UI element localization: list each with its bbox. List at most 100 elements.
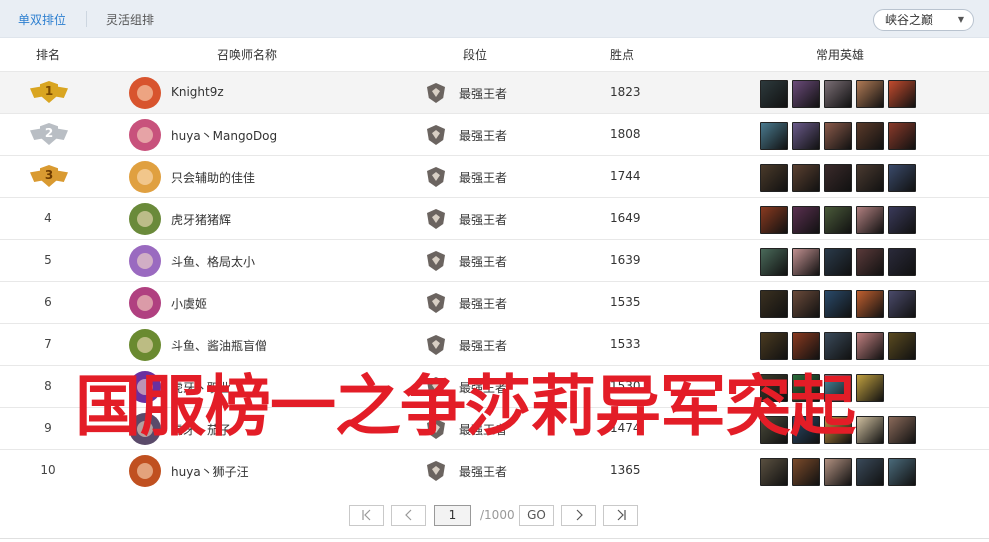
hero-portrait-icon[interactable]: [824, 206, 852, 234]
hero-portrait-icon[interactable]: [792, 80, 820, 108]
summoner-avatar[interactable]: [129, 161, 161, 193]
hero-portrait-icon[interactable]: [760, 458, 788, 486]
league-points: 1535: [610, 295, 641, 309]
table-row[interactable]: 7 斗鱼、酱油瓶盲僧 最强王者 1533: [0, 323, 989, 365]
hero-portrait-icon[interactable]: [856, 332, 884, 360]
rank-number: 4: [44, 211, 52, 225]
tab-flex-ranked[interactable]: 灵活组排: [106, 11, 154, 28]
tab-solo-duo-ranked[interactable]: 单双排位: [18, 11, 66, 28]
summoner-name[interactable]: huya丶MangoDog: [171, 127, 277, 144]
hero-portrait-icon[interactable]: [856, 290, 884, 318]
pagination: 1 /1000 GO: [0, 505, 989, 527]
hero-portrait-icon[interactable]: [792, 164, 820, 192]
next-page-button[interactable]: [561, 505, 596, 526]
rank-number: 6: [44, 295, 52, 309]
league-points: 1808: [610, 127, 641, 141]
hero-portrait-icon[interactable]: [792, 122, 820, 150]
hero-portrait-icon[interactable]: [792, 290, 820, 318]
summoner-avatar[interactable]: [129, 77, 161, 109]
summoner-name[interactable]: 只会辅助的佳佳: [171, 169, 255, 186]
hero-portrait-icon[interactable]: [888, 458, 916, 486]
hero-portrait-icon[interactable]: [760, 122, 788, 150]
hero-portrait-icon[interactable]: [888, 80, 916, 108]
common-heroes: [760, 290, 916, 318]
hero-portrait-icon[interactable]: [888, 122, 916, 150]
summoner-name[interactable]: huya丶狮子汪: [171, 463, 249, 480]
hero-portrait-icon[interactable]: [856, 374, 884, 402]
challenger-tier-icon: [427, 125, 445, 145]
hero-portrait-icon[interactable]: [760, 206, 788, 234]
league-points: 1533: [610, 337, 641, 351]
overlay-title: 国服榜一之争莎莉异军突起: [75, 368, 856, 445]
summoner-avatar[interactable]: [129, 455, 161, 487]
summoner-name[interactable]: 斗鱼、格局太小: [171, 253, 255, 270]
hero-portrait-icon[interactable]: [760, 332, 788, 360]
summoner-avatar[interactable]: [129, 287, 161, 319]
common-heroes: [760, 122, 916, 150]
hero-portrait-icon[interactable]: [760, 248, 788, 276]
table-row[interactable]: 5 斗鱼、格局太小 最强王者 1639: [0, 239, 989, 281]
hero-portrait-icon[interactable]: [792, 248, 820, 276]
summoner-avatar[interactable]: [129, 119, 161, 151]
hero-portrait-icon[interactable]: [792, 332, 820, 360]
summoner-avatar[interactable]: [129, 245, 161, 277]
summoner-name[interactable]: 小虞姬: [171, 295, 207, 312]
summoner-name[interactable]: Knight9z: [171, 85, 224, 99]
tier-name: 最强王者: [459, 87, 508, 101]
hero-portrait-icon[interactable]: [824, 332, 852, 360]
table-row[interactable]: 10 huya丶狮子汪 最强王者 1365: [0, 449, 989, 491]
hero-portrait-icon[interactable]: [792, 458, 820, 486]
table-row[interactable]: 2 huya丶MangoDog 最强王者 1808: [0, 113, 989, 155]
region-select[interactable]: 峡谷之巅 ▼: [873, 9, 974, 31]
hero-portrait-icon[interactable]: [856, 122, 884, 150]
hero-portrait-icon[interactable]: [856, 164, 884, 192]
table-row[interactable]: 1 Knight9z 最强王者 1823: [0, 71, 989, 113]
hero-portrait-icon[interactable]: [856, 206, 884, 234]
go-button[interactable]: GO: [519, 505, 554, 526]
league-points: 1639: [610, 253, 641, 267]
hero-portrait-icon[interactable]: [856, 80, 884, 108]
hero-portrait-icon[interactable]: [824, 122, 852, 150]
hero-portrait-icon[interactable]: [824, 164, 852, 192]
summoner-avatar[interactable]: [129, 329, 161, 361]
hero-portrait-icon[interactable]: [888, 290, 916, 318]
hero-portrait-icon[interactable]: [888, 332, 916, 360]
common-heroes: [760, 80, 916, 108]
hero-portrait-icon[interactable]: [824, 458, 852, 486]
tier-name: 最强王者: [459, 465, 508, 479]
hero-portrait-icon[interactable]: [760, 290, 788, 318]
prev-page-button[interactable]: [391, 505, 426, 526]
table-row[interactable]: 4 虎牙猪猪辉 最强王者 1649: [0, 197, 989, 239]
last-page-button[interactable]: [603, 505, 638, 526]
hero-portrait-icon[interactable]: [888, 164, 916, 192]
first-page-icon: [361, 509, 370, 521]
summoner-avatar[interactable]: [129, 203, 161, 235]
tier-name: 最强王者: [459, 297, 508, 311]
hero-portrait-icon[interactable]: [824, 248, 852, 276]
hero-portrait-icon[interactable]: [760, 80, 788, 108]
rank-number: 7: [44, 337, 52, 351]
column-header-rank: 排名: [35, 48, 61, 62]
summoner-name[interactable]: 斗鱼、酱油瓶盲僧: [171, 337, 267, 354]
chevron-down-icon: ▼: [957, 15, 964, 24]
challenger-tier-icon: [427, 335, 445, 355]
hero-portrait-icon[interactable]: [856, 458, 884, 486]
hero-portrait-icon[interactable]: [888, 206, 916, 234]
page-number-input[interactable]: 1: [434, 505, 471, 526]
league-points: 1649: [610, 211, 641, 225]
league-points: 1744: [610, 169, 641, 183]
hero-portrait-icon[interactable]: [856, 248, 884, 276]
challenger-tier-icon: [427, 251, 445, 271]
table-row[interactable]: 6 小虞姬 最强王者 1535: [0, 281, 989, 323]
hero-portrait-icon[interactable]: [824, 80, 852, 108]
table-row[interactable]: 3 只会辅助的佳佳 最强王者 1744: [0, 155, 989, 197]
hero-portrait-icon[interactable]: [824, 290, 852, 318]
hero-portrait-icon[interactable]: [888, 416, 916, 444]
hero-portrait-icon[interactable]: [792, 206, 820, 234]
hero-portrait-icon[interactable]: [888, 248, 916, 276]
first-page-button[interactable]: [349, 505, 384, 526]
hero-portrait-icon[interactable]: [760, 164, 788, 192]
hero-portrait-icon[interactable]: [856, 416, 884, 444]
summoner-name[interactable]: 虎牙猪猪辉: [171, 211, 231, 228]
common-heroes: [760, 206, 916, 234]
